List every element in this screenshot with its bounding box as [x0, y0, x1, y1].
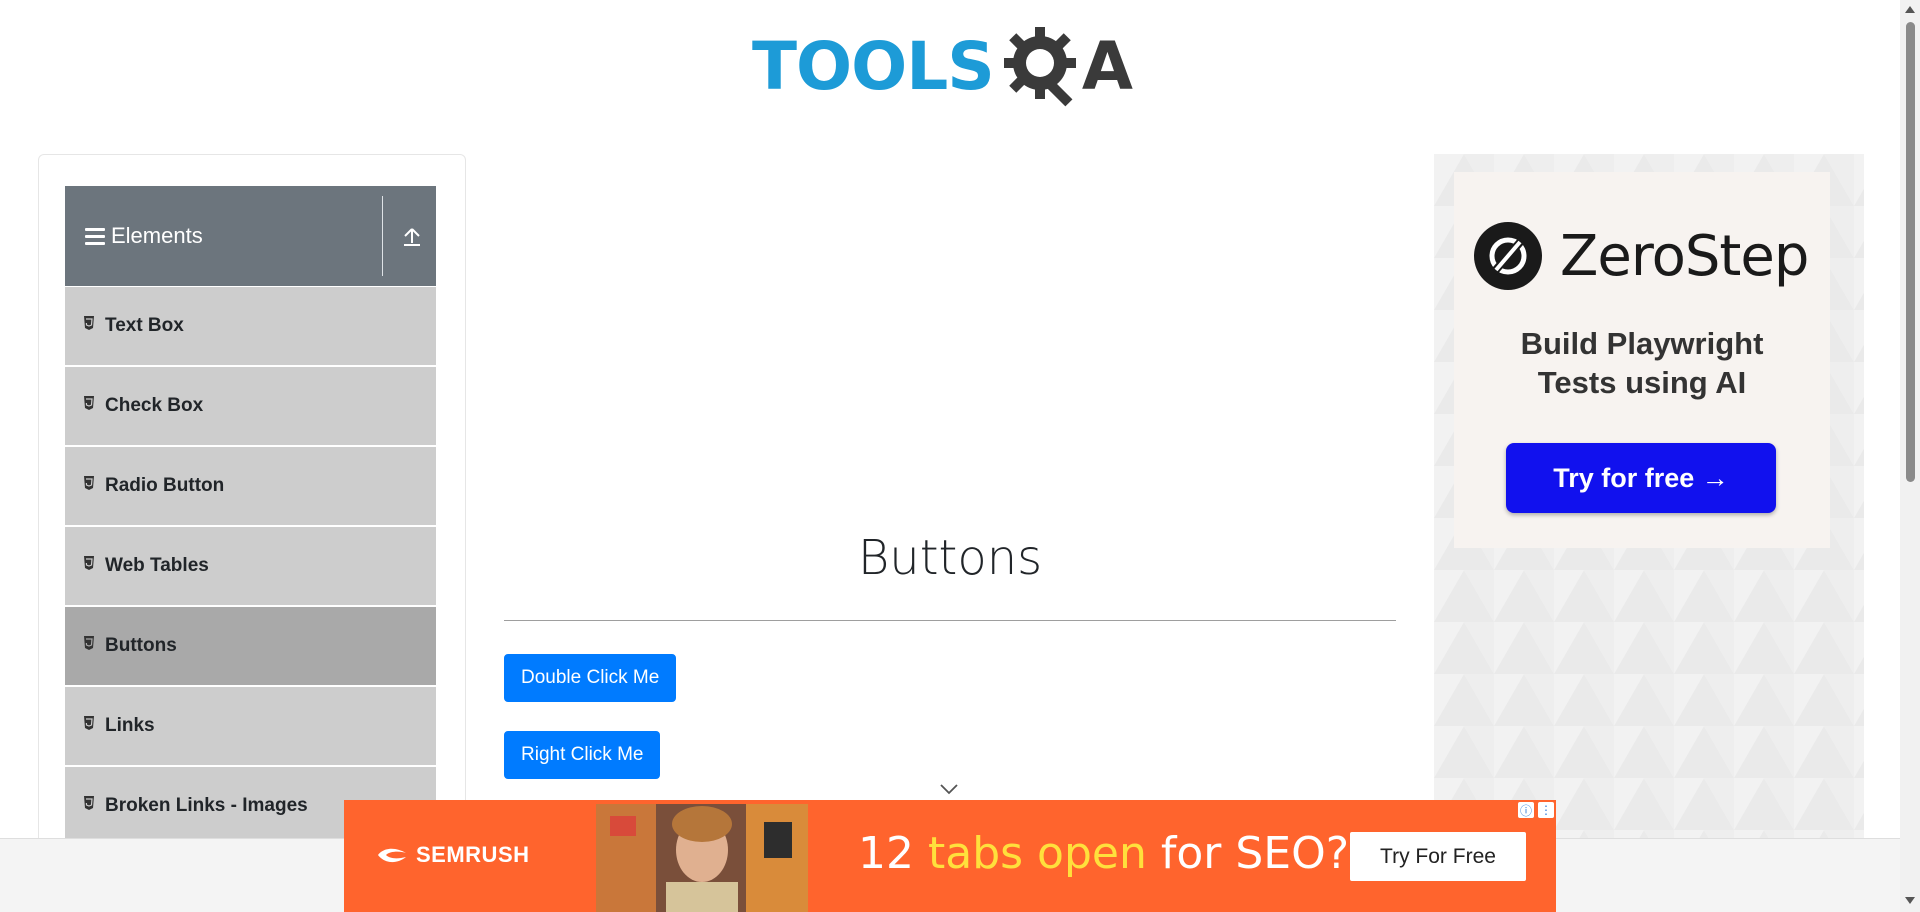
zerostep-tagline-line-1: Build Playwright [1520, 326, 1764, 361]
sidebar-item-web-tables[interactable]: Web Tables [65, 527, 436, 605]
html5-icon [84, 316, 94, 330]
group-title: Elements [111, 223, 203, 248]
logo-qa: A [1002, 21, 1133, 111]
ad-photo [596, 804, 808, 912]
sidebar-item-radio-button[interactable]: Radio Button [65, 447, 436, 525]
elements-group-header[interactable]: Elements [65, 186, 436, 286]
try-for-free-button[interactable]: Try for free → [1506, 443, 1776, 513]
elements-menu: Text Box Check Box Radio Button Web Tabl… [65, 287, 436, 847]
banner-headline: 12 tabs open for SEO? [858, 828, 1349, 879]
html5-icon [84, 636, 94, 650]
logo-a-text: A [1081, 27, 1133, 105]
semrush-logo: SEMRUSH [376, 842, 530, 868]
scroll-up-arrow-icon[interactable] [1904, 4, 1916, 14]
html5-icon [84, 396, 94, 410]
gear-icon [1003, 27, 1076, 107]
double-click-button[interactable]: Double Click Me [504, 654, 677, 702]
html5-icon [84, 556, 94, 570]
scrollbar-thumb[interactable] [1906, 22, 1915, 482]
sidebar-item-links[interactable]: Links [65, 687, 436, 765]
collapse-up-icon[interactable] [400, 224, 424, 248]
sidebar-item-label: Links [105, 715, 155, 736]
chevron-down-icon[interactable] [939, 783, 959, 795]
semrush-brand-text: SEMRUSH [416, 842, 530, 867]
sidebar-item-check-box[interactable]: Check Box [65, 367, 436, 445]
zerostep-logo-icon [1474, 222, 1542, 290]
menu-icon [85, 227, 105, 245]
sidebar-item-buttons[interactable]: Buttons [65, 607, 436, 685]
sidebar-item-label: Buttons [105, 635, 177, 656]
scroll-down-arrow-icon[interactable] [1904, 896, 1916, 906]
page-title: Buttons [857, 530, 1043, 586]
more-options-icon[interactable]: ⋮ [1538, 802, 1554, 818]
right-click-button[interactable]: Right Click Me [504, 731, 661, 779]
banner-text-highlight: tabs open [927, 828, 1147, 879]
banner-text-post: for SEO? [1146, 828, 1350, 879]
try-for-free-banner-button[interactable]: Try For Free [1350, 832, 1526, 881]
logo-tools-text: TOOLS [752, 27, 995, 105]
semrush-flame-icon [378, 848, 406, 863]
sidebar-item-label: Check Box [105, 395, 204, 416]
sidebar-item-text-box[interactable]: Text Box [65, 287, 436, 365]
html5-icon [84, 796, 94, 810]
zerostep-tagline: Build Playwright Tests using AI [1474, 324, 1810, 402]
zerostep-brand: ZeroStep [1474, 222, 1809, 290]
zerostep-tagline-line-2: Tests using AI [1537, 365, 1747, 400]
html5-icon [84, 476, 94, 490]
info-icon[interactable]: ⓘ [1518, 802, 1534, 818]
zerostep-name: ZeroStep [1560, 223, 1809, 289]
html5-icon [84, 716, 94, 730]
toolsqa-logo[interactable]: TOOLS A [752, 18, 1152, 114]
ad-choices[interactable]: ⓘ ⋮ [1518, 802, 1554, 818]
sidebar-item-label: Broken Links - Images [105, 795, 308, 816]
banner-text-pre: 12 [858, 828, 928, 879]
header-divider [382, 196, 383, 276]
sidebar-item-label: Radio Button [105, 475, 225, 496]
header: TOOLS A [0, 0, 1900, 120]
title-divider [504, 620, 1396, 621]
sidebar-item-label: Web Tables [105, 555, 209, 576]
sidebar-item-label: Text Box [105, 315, 184, 336]
